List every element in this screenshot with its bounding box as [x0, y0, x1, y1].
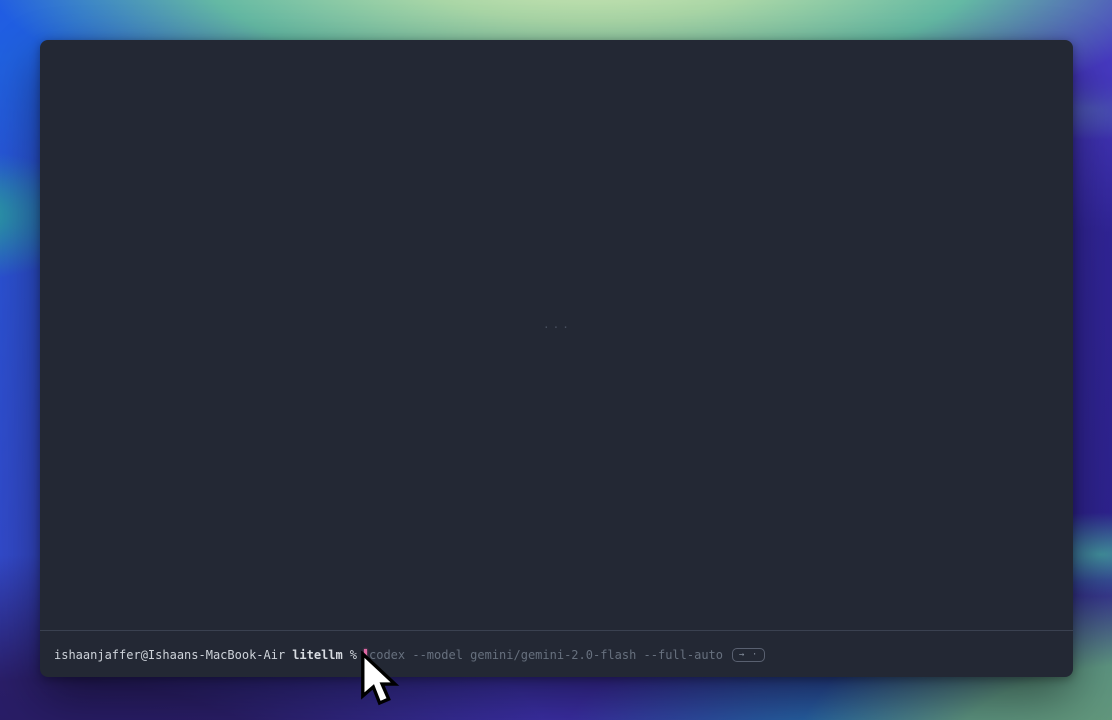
terminal-output-area: ... [40, 40, 1073, 630]
terminal-window[interactable]: ... ishaanjaffer@Ishaans-MacBook-Air lit… [40, 40, 1073, 677]
terminal-prompt-row[interactable]: ishaanjaffer@Ishaans-MacBook-Air litellm… [54, 647, 765, 663]
terminal-divider [40, 630, 1073, 631]
tab-arrow-icon: → · [739, 649, 758, 661]
text-caret [364, 649, 367, 662]
prompt-user-host: ishaanjaffer@Ishaans-MacBook-Air [54, 647, 285, 663]
loading-ellipsis: ... [543, 318, 572, 331]
tab-hint-badge[interactable]: → · [732, 648, 765, 662]
prompt-directory: litellm [292, 647, 343, 663]
desktop-wallpaper: ... ishaanjaffer@Ishaans-MacBook-Air lit… [0, 0, 1112, 720]
command-autosuggestion: codex --model gemini/gemini-2.0-flash --… [369, 647, 723, 663]
prompt-symbol: % [350, 647, 357, 663]
